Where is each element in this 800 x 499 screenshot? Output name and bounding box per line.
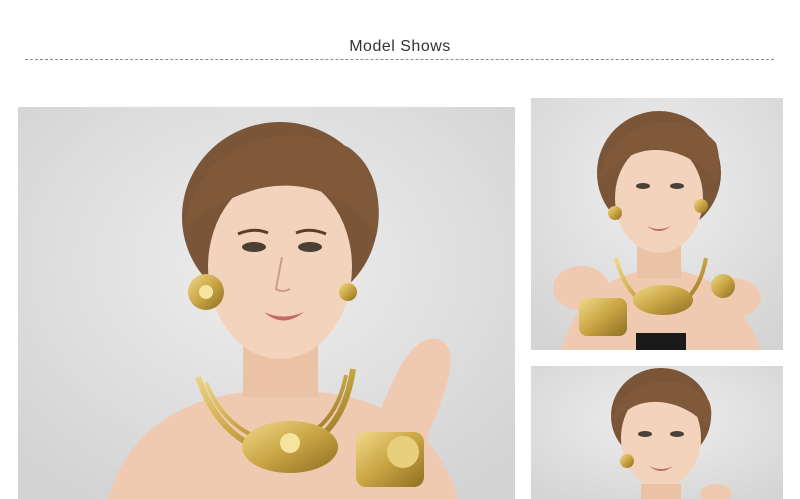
model-portrait-image: [531, 366, 783, 499]
model-portrait-image: [531, 98, 783, 350]
section-divider: [25, 59, 774, 60]
model-photo-small-bottom[interactable]: [531, 366, 783, 499]
section-title: Model Shows: [349, 38, 451, 55]
product-detail-section: Model Shows: [0, 0, 800, 499]
model-portrait-image: [18, 107, 515, 499]
model-photo-large[interactable]: [18, 107, 515, 499]
model-photo-small-top[interactable]: [531, 98, 783, 350]
